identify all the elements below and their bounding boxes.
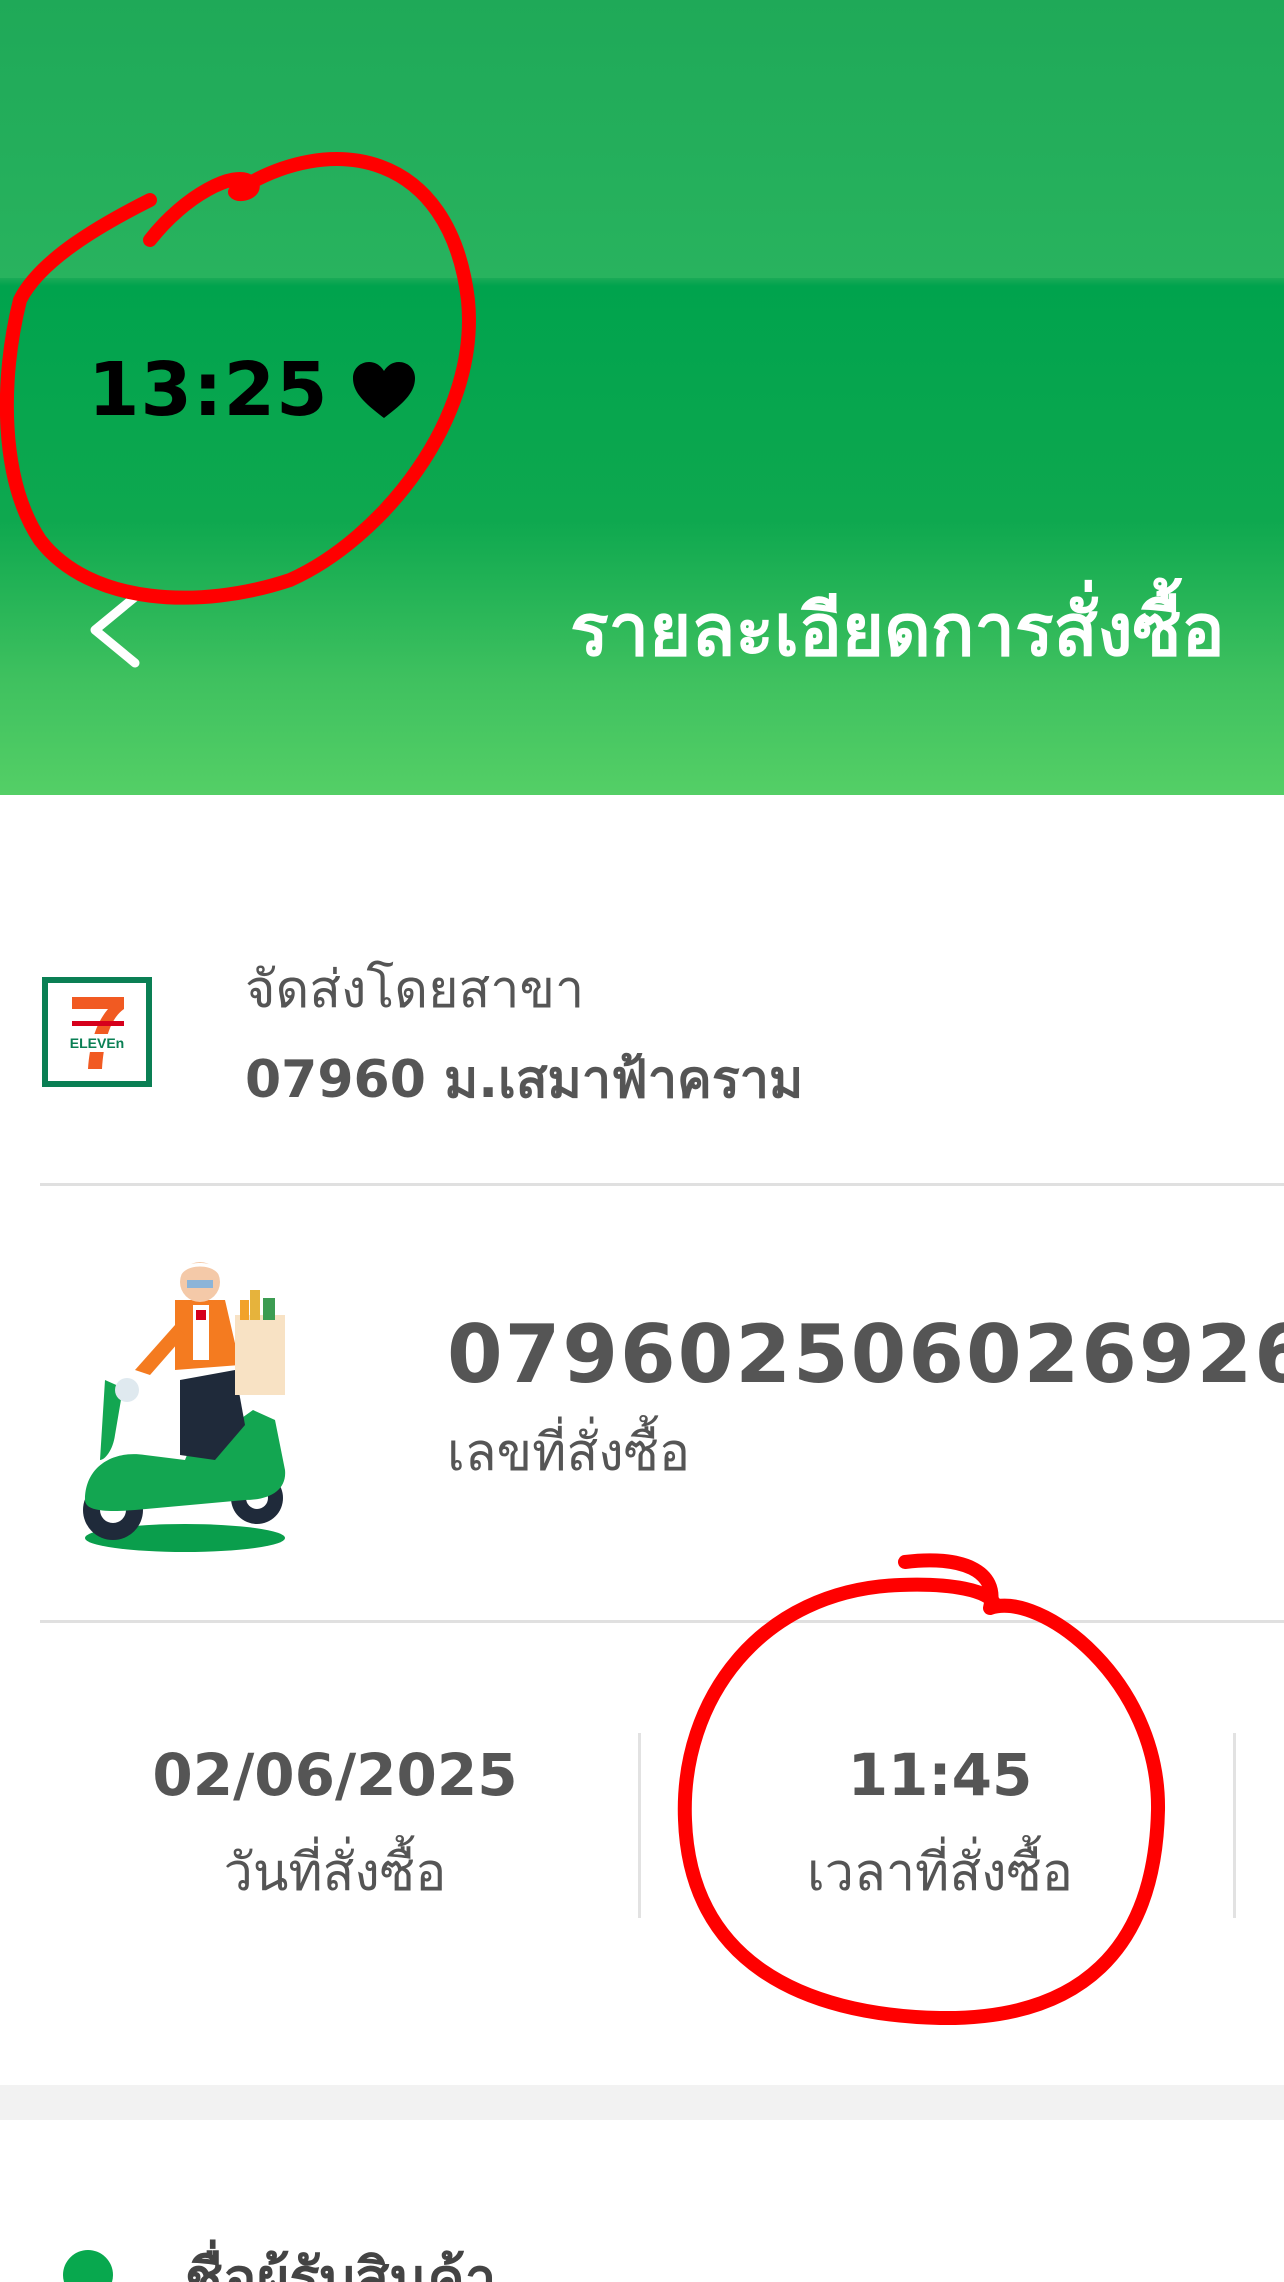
page-title: รายละเอียดการสั่งซื้อ <box>570 588 1225 672</box>
order-date-label: วันที่สั่งซื้อ <box>223 1843 447 1903</box>
logo-text: ELEVEn <box>70 1035 124 1051</box>
status-time-text: 13:25 <box>88 347 329 433</box>
order-date-value: 02/06/2025 <box>152 1741 518 1809</box>
order-time-label: เวลาที่สั่งซื้อ <box>807 1843 1073 1903</box>
delivery-scooter-icon <box>83 1262 286 1552</box>
divider <box>40 1183 1284 1186</box>
branch-name: 07960 ม.เสมาฟ้าคราม <box>245 1050 804 1110</box>
heart-icon <box>352 362 415 418</box>
back-chevron-icon[interactable] <box>80 585 160 675</box>
status-bar-time: 13:25 <box>88 345 417 435</box>
order-number: 07960250602692689 <box>447 1308 1284 1401</box>
order-time-value: 11:45 <box>847 1741 1033 1809</box>
order-time: 11:45 เวลาที่สั่งซื้อ <box>700 1735 1180 1913</box>
status-bar-band <box>0 0 1284 278</box>
order-detail-screen: 13:25 รายละเอียดการสั่งซื้อ ELEVEn จัดส่… <box>0 0 1284 2282</box>
order-date: 02/06/2025 วันที่สั่งซื้อ <box>100 1735 570 1913</box>
7-eleven-logo: ELEVEn <box>42 977 152 1087</box>
recipient-marker-icon <box>63 2250 113 2282</box>
recipient-label: ชื่อผู้รับสินค้า <box>185 2247 497 2282</box>
order-number-caption: เลขที่สั่งซื้อ <box>447 1423 691 1483</box>
branch-caption: จัดส่งโดยสาขา <box>245 960 585 1020</box>
column-separator <box>1233 1733 1236 1918</box>
header-bar: 13:25 รายละเอียดการสั่งซื้อ <box>0 0 1284 795</box>
divider <box>40 1620 1284 1623</box>
column-separator <box>638 1733 641 1918</box>
section-spacer <box>0 2085 1284 2120</box>
